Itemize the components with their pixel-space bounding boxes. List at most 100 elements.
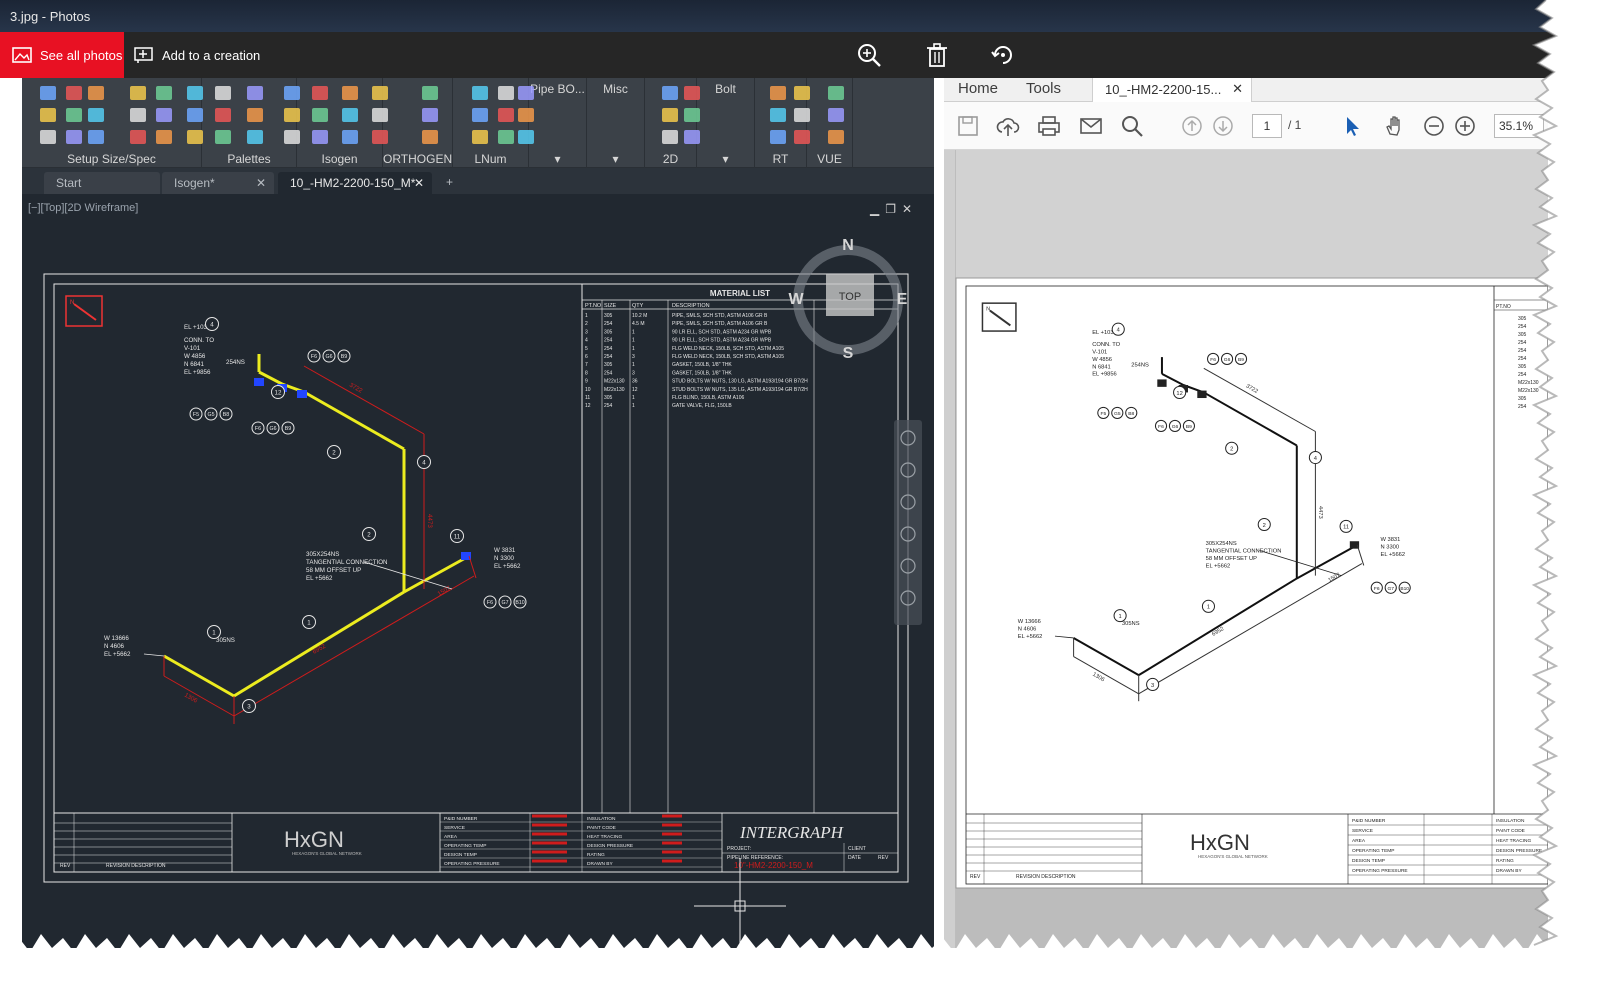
photos-command-bar: See all photos Add to a creation xyxy=(0,32,1560,78)
item-balloon-number: 3 xyxy=(1151,683,1154,689)
item-balloon-number: 11 xyxy=(454,534,461,541)
leader-line xyxy=(363,561,453,590)
pipeline-reference-value: 10"-HM2-2200-150_M xyxy=(734,861,813,870)
title-block-label: REV xyxy=(878,855,889,861)
photos-icon xyxy=(12,47,32,63)
dimension-line xyxy=(303,365,425,435)
drawing-label: W 3831 xyxy=(1381,537,1401,543)
title-block-field: DESIGN TEMP xyxy=(1352,858,1385,864)
item-balloon-number: 1 xyxy=(1118,614,1121,620)
item-balloon-number: 3 xyxy=(247,704,251,711)
title-block-field: PAINT CODE xyxy=(587,825,616,831)
pdf-page-canvas[interactable]: N13066952150744733722EL +10342CONN. TOV-… xyxy=(944,78,1548,948)
table-cell: 3 xyxy=(632,354,635,360)
drawing-label: EL +5662 xyxy=(494,563,521,570)
title-block-field: P&ID NUMBER xyxy=(1352,818,1386,824)
title-block-field: OPERATING TEMP xyxy=(1352,848,1394,854)
cad-drawing-canvas[interactable]: N13066952150744733722EL +10342CONN. TOV-… xyxy=(22,78,934,948)
weld-ref-label: B9 xyxy=(1186,424,1192,430)
weld-ref-label: G6 xyxy=(269,426,276,432)
table-cell: 305 xyxy=(1518,364,1527,370)
dimension-value: 4473 xyxy=(1317,506,1323,519)
drawing-label: W 4856 xyxy=(1092,357,1112,363)
title-block-field: P&ID NUMBER xyxy=(444,816,478,822)
add-to-creation-button[interactable]: Add to a creation xyxy=(134,32,260,78)
title-block-field: PAINT CODE xyxy=(1496,828,1525,834)
weld-ref-label: G5 xyxy=(207,412,214,418)
dimension-value: 1306 xyxy=(183,692,199,705)
table-cell: 7 xyxy=(585,362,588,368)
drawing-label: 305NS xyxy=(216,637,235,644)
table-cell: 305 xyxy=(604,395,613,401)
title-block-field: INSULATION xyxy=(587,816,616,822)
hexagon-logo-subtitle: HEXAGON'S GLOBAL NETWORK xyxy=(1198,854,1268,859)
title-block-field: HEAT TRACING xyxy=(1496,838,1531,844)
item-balloon-number: 11 xyxy=(1343,525,1349,531)
fitting-symbol xyxy=(1157,379,1167,387)
title-block-field: SERVICE xyxy=(444,825,465,831)
table-cell: 2 xyxy=(585,321,588,327)
table-cell: 254 xyxy=(1518,372,1527,378)
weld-ref-label: G6 xyxy=(325,354,332,360)
drawing-label: 58 MM OFFSET UP xyxy=(1206,556,1257,562)
weld-ref-label: B10 xyxy=(1400,586,1409,592)
pipe-segment xyxy=(303,390,405,451)
weld-ref-label: B8 xyxy=(223,412,230,418)
weld-ref-label: G6 xyxy=(1172,424,1179,430)
dimension-line xyxy=(233,575,475,717)
pipe-segment xyxy=(163,654,235,698)
item-balloon-number: 1 xyxy=(212,630,216,637)
table-cell: 4 xyxy=(585,338,588,344)
title-block-field: HEAT TRACING xyxy=(587,834,622,840)
drawing-label: N 4606 xyxy=(1018,627,1037,633)
title-block-label: PROJECT: xyxy=(727,846,751,852)
north-arrow-label: N xyxy=(70,299,74,306)
weld-ref-label: F5 xyxy=(193,412,199,418)
title-block-field: DESIGN PRESSURE xyxy=(587,843,633,849)
table-cell: 254 xyxy=(604,338,613,344)
table-cell: GATE VALVE, FLG, 150LB xyxy=(672,403,732,409)
see-all-photos-button[interactable]: See all photos xyxy=(0,32,124,78)
item-balloon-number: 2 xyxy=(367,532,371,539)
rotate-icon[interactable] xyxy=(990,42,1016,68)
hexagon-logo: HxGN xyxy=(1190,830,1250,855)
title-block-field: DRAWN BY xyxy=(587,861,613,867)
table-cell: 1 xyxy=(632,346,635,352)
table-cell: 305 xyxy=(604,313,613,319)
table-cell: STUD BOLTS W/ NUTS, 130 LG, ASTM A193/19… xyxy=(672,379,808,385)
hexagon-logo-subtitle: HEXAGON'S GLOBAL NETWORK xyxy=(292,851,362,856)
item-balloon-number: 1 xyxy=(1207,605,1210,611)
item-balloon-number: 12 xyxy=(1176,391,1182,397)
title-block-label: DATE xyxy=(848,855,862,861)
table-cell: 305 xyxy=(604,362,613,368)
table-cell: 10 xyxy=(585,387,591,393)
window-title: 3.jpg - Photos xyxy=(10,9,91,24)
weld-ref-label: F6 xyxy=(311,354,317,360)
drawing-label: EL +9856 xyxy=(184,369,211,376)
drawing-label: CONN. TO xyxy=(184,337,214,344)
title-block-field: INSULATION xyxy=(1496,818,1525,824)
zoom-in-icon[interactable] xyxy=(856,42,882,68)
item-balloon-number: 12 xyxy=(275,390,282,397)
table-cell: 254 xyxy=(604,346,613,352)
fitting-symbol xyxy=(254,378,264,386)
table-cell: 11 xyxy=(585,395,590,401)
table-header: PT.NO xyxy=(585,303,602,309)
fitting-symbol xyxy=(297,390,307,398)
screenshot-stage: 3.jpg - Photos See all photos Add to a c… xyxy=(0,0,1600,981)
acrobat-window: Home Tools 10_-HM2-2200-15... ✕ 1 / 1 35… xyxy=(944,78,1548,948)
delete-icon[interactable] xyxy=(924,42,950,68)
table-cell: 4.5 M xyxy=(632,321,645,327)
drawing-label: EL +5662 xyxy=(306,575,333,582)
weld-ref-label: F6 xyxy=(1210,357,1216,363)
table-cell: FLG BLIND, 150LB, ASTM A106 xyxy=(672,395,744,401)
table-cell: 1 xyxy=(632,362,635,368)
see-all-photos-label: See all photos xyxy=(40,47,123,63)
dimension-line xyxy=(468,555,477,579)
table-cell: PIPE, SMLS, SCH STD, ASTM A106 GR B xyxy=(672,321,768,327)
table-cell: 90 LR ELL, SCH STD, ASTM A234 GR WPB xyxy=(672,338,772,344)
table-cell: FLG WELD NECK, 150LB, SCH STD, ASTM A105 xyxy=(672,346,784,352)
table-cell: 3 xyxy=(585,329,588,335)
table-cell: 1 xyxy=(632,338,635,344)
intergraph-logo: INTERGRAPH xyxy=(739,823,845,842)
